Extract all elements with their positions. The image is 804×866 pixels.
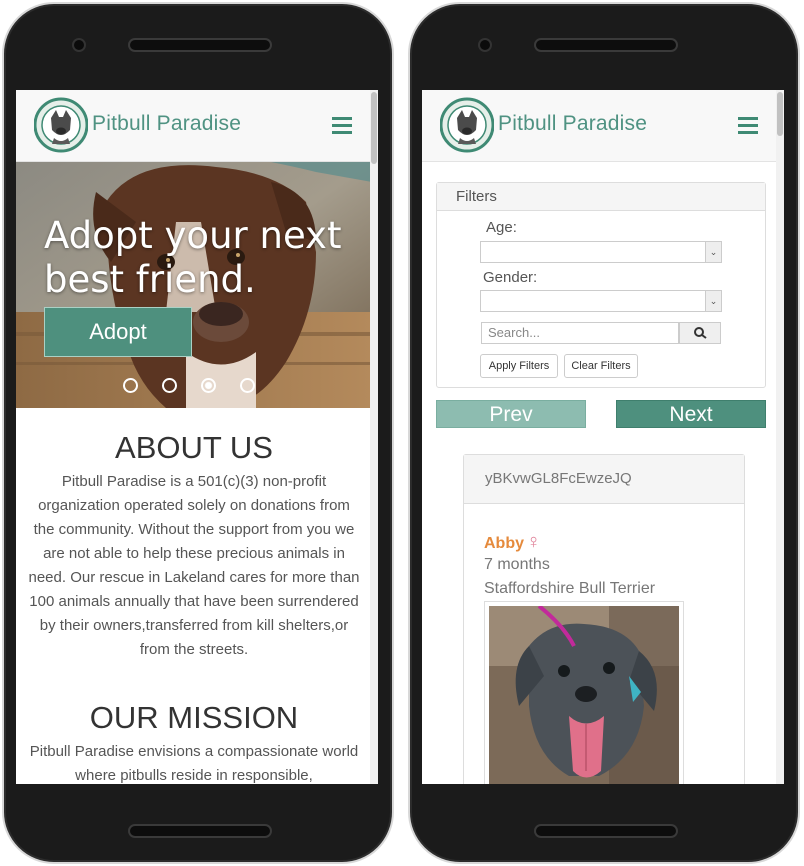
- hero-carousel[interactable]: Adopt your next best friend. Adopt: [16, 162, 372, 408]
- carousel-indicators: [123, 377, 279, 395]
- home-screen: Pitbull Paradise Adopt your next best fr…: [16, 90, 378, 784]
- pet-card[interactable]: yBKvwGL8FcEwzeJQ Abby ♀ 7 months Stafford…: [463, 454, 745, 784]
- scrollbar-thumb[interactable]: [371, 92, 377, 164]
- page-scrollbar[interactable]: [370, 90, 378, 784]
- pet-photo[interactable]: [484, 601, 684, 784]
- about-title: ABOUT US: [115, 430, 273, 465]
- hero-title: Adopt your next best friend.: [44, 214, 341, 302]
- brand-name[interactable]: Pitbull Paradise: [92, 112, 241, 136]
- hero-title-line2: best friend.: [44, 258, 256, 301]
- phone-frame-left: Pitbull Paradise Adopt your next best fr…: [2, 2, 394, 864]
- top-speaker: [128, 38, 272, 52]
- prev-button[interactable]: Prev: [436, 400, 586, 428]
- page-scrollbar[interactable]: [776, 90, 784, 784]
- age-select[interactable]: ⌄: [480, 241, 722, 263]
- pitbull-logo[interactable]: [440, 96, 494, 154]
- front-camera: [478, 38, 492, 52]
- filters-heading: Filters: [437, 183, 765, 211]
- bottom-speaker: [128, 824, 272, 838]
- pet-id: yBKvwGL8FcEwzeJQ: [464, 455, 744, 504]
- bottom-speaker: [534, 824, 678, 838]
- about-text: Pitbull Paradise is a 501(c)(3) non-prof…: [28, 473, 360, 658]
- puppy-image: [489, 604, 679, 784]
- clear-filters-button[interactable]: Clear Filters: [564, 354, 638, 378]
- navbar: Pitbull Paradise: [422, 90, 784, 162]
- carousel-dot-2[interactable]: [162, 378, 177, 394]
- pet-name-row: Abby ♀: [484, 531, 541, 554]
- carousel-dot-1[interactable]: [123, 378, 138, 394]
- pet-age: 7 months: [484, 556, 550, 573]
- hamburger-icon[interactable]: [332, 117, 352, 135]
- hero-title-line1: Adopt your next: [44, 214, 342, 257]
- gender-label: Gender:: [483, 269, 538, 286]
- scrollbar-thumb[interactable]: [777, 92, 783, 136]
- magnifier-icon: [694, 327, 707, 339]
- pet-name[interactable]: Abby: [484, 535, 524, 552]
- apply-filters-button[interactable]: Apply Filters: [480, 354, 558, 378]
- carousel-dot-4[interactable]: [240, 378, 255, 394]
- pitbull-logo[interactable]: [34, 96, 88, 154]
- phone-frame-right: Pitbull Paradise Filters Age: ⌄ Gender: …: [408, 2, 800, 864]
- brand-name[interactable]: Pitbull Paradise: [498, 112, 647, 136]
- age-label: Age:: [486, 219, 517, 236]
- search-input[interactable]: Search...: [481, 322, 679, 344]
- chevron-down-icon: ⌄: [705, 291, 721, 311]
- chevron-down-icon: ⌄: [705, 242, 721, 262]
- search-button[interactable]: [679, 322, 721, 344]
- mission-title: OUR MISSION: [89, 700, 299, 735]
- adopt-button[interactable]: Adopt: [44, 307, 192, 357]
- mission-text: Pitbull Paradise envisions a compassiona…: [29, 743, 359, 784]
- adopt-screen: Pitbull Paradise Filters Age: ⌄ Gender: …: [422, 90, 784, 784]
- navbar: Pitbull Paradise: [16, 90, 378, 162]
- female-icon: ♀: [526, 531, 541, 553]
- next-button[interactable]: Next: [616, 400, 766, 428]
- front-camera: [72, 38, 86, 52]
- hamburger-icon[interactable]: [738, 117, 758, 135]
- pet-breed: Staffordshire Bull Terrier: [484, 580, 656, 597]
- top-speaker: [534, 38, 678, 52]
- filters-panel: Filters Age: ⌄ Gender: ⌄ Search... Apply…: [436, 182, 766, 388]
- gender-select[interactable]: ⌄: [480, 290, 722, 312]
- carousel-dot-3[interactable]: [201, 378, 216, 394]
